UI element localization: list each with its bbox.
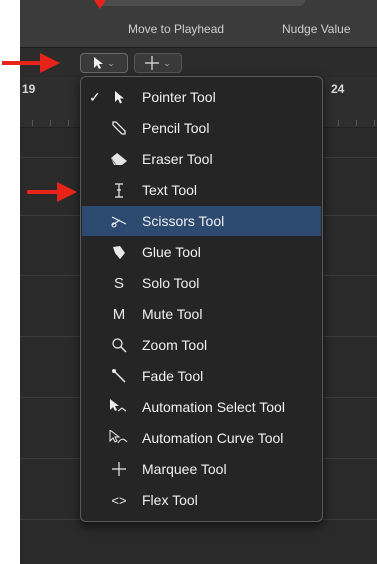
menu-item-mute-tool[interactable]: M Mute Tool	[82, 299, 321, 329]
glue-icon	[108, 242, 130, 262]
menu-item-label: Scissors Tool	[142, 213, 225, 229]
top-strip	[95, 0, 305, 6]
eraser-icon	[108, 149, 130, 169]
menu-item-glue-tool[interactable]: Glue Tool	[82, 237, 321, 267]
ruler-bar-24: 24	[331, 82, 345, 96]
menu-item-label: Solo Tool	[142, 275, 200, 291]
editor-panel: Move to Playhead Nudge Value ⌄ ⌄ 19 24 ✓…	[20, 0, 377, 564]
menu-item-label: Glue Tool	[142, 244, 201, 260]
menu-item-label: Zoom Tool	[142, 337, 208, 353]
menu-item-automation-curve-tool[interactable]: Automation Curve Tool	[82, 423, 321, 453]
menu-item-marquee-tool[interactable]: Marquee Tool	[82, 454, 321, 484]
chevron-down-icon: ⌄	[163, 57, 171, 68]
menu-item-label: Text Tool	[142, 182, 197, 198]
menu-item-label: Flex Tool	[142, 492, 198, 508]
menu-item-text-tool[interactable]: Text Tool	[82, 175, 321, 205]
menu-item-label: Marquee Tool	[142, 461, 227, 477]
nudge-value-label[interactable]: Nudge Value	[282, 22, 351, 36]
tool-row	[20, 48, 377, 76]
ruler-bar-19: 19	[22, 82, 36, 96]
menu-item-label: Automation Select Tool	[142, 399, 285, 415]
menu-item-label: Pencil Tool	[142, 120, 210, 136]
automation-curve-icon	[108, 428, 130, 448]
tool-menu: ✓ Pointer Tool Pencil Tool Eraser Tool T…	[80, 76, 323, 522]
menu-item-pencil-tool[interactable]: Pencil Tool	[82, 113, 321, 143]
move-to-playhead-label[interactable]: Move to Playhead	[128, 22, 224, 36]
checkmark-icon: ✓	[89, 88, 101, 105]
zoom-icon	[108, 335, 130, 355]
fade-icon	[108, 366, 130, 386]
menu-item-zoom-tool[interactable]: Zoom Tool	[82, 330, 321, 360]
menu-item-flex-tool[interactable]: <> Flex Tool	[82, 485, 321, 515]
pointer-icon	[94, 57, 104, 69]
control-bar: Move to Playhead Nudge Value	[20, 0, 377, 48]
text-cursor-icon	[108, 180, 130, 200]
ruler-tick	[356, 120, 357, 126]
menu-item-label: Eraser Tool	[142, 151, 213, 167]
ruler-tick	[374, 120, 375, 126]
menu-item-automation-select-tool[interactable]: Automation Select Tool	[82, 392, 321, 422]
annotation-arrow-icon	[94, 0, 106, 9]
chevron-down-icon: ⌄	[107, 57, 115, 68]
solo-icon: S	[113, 274, 124, 292]
menu-item-eraser-tool[interactable]: Eraser Tool	[82, 144, 321, 174]
annotation-arrow-icon	[2, 53, 60, 73]
ruler-tick	[50, 120, 51, 126]
command-click-tool-button[interactable]: ⌄	[134, 53, 182, 73]
ruler-tick	[68, 120, 69, 126]
ruler-tick	[32, 120, 33, 126]
menu-item-scissors-tool[interactable]: Scissors Tool	[82, 206, 321, 236]
marquee-icon	[108, 459, 130, 479]
scissors-icon	[108, 211, 130, 231]
menu-item-label: Automation Curve Tool	[142, 430, 284, 446]
marquee-icon	[145, 56, 160, 70]
menu-item-label: Mute Tool	[142, 306, 203, 322]
pencil-icon	[108, 118, 130, 138]
menu-item-pointer-tool[interactable]: ✓ Pointer Tool	[82, 82, 321, 112]
mute-icon: M	[112, 305, 126, 323]
menu-item-label: Fade Tool	[142, 368, 204, 384]
menu-item-label: Pointer Tool	[142, 89, 216, 105]
left-click-tool-button[interactable]: ⌄	[80, 53, 128, 73]
automation-select-icon	[108, 397, 130, 417]
pointer-icon	[108, 87, 130, 107]
ruler-tick	[338, 120, 339, 126]
menu-item-fade-tool[interactable]: Fade Tool	[82, 361, 321, 391]
flex-icon: <>	[111, 492, 127, 508]
menu-item-solo-tool[interactable]: S Solo Tool	[82, 268, 321, 298]
annotation-arrow-icon	[27, 182, 77, 202]
